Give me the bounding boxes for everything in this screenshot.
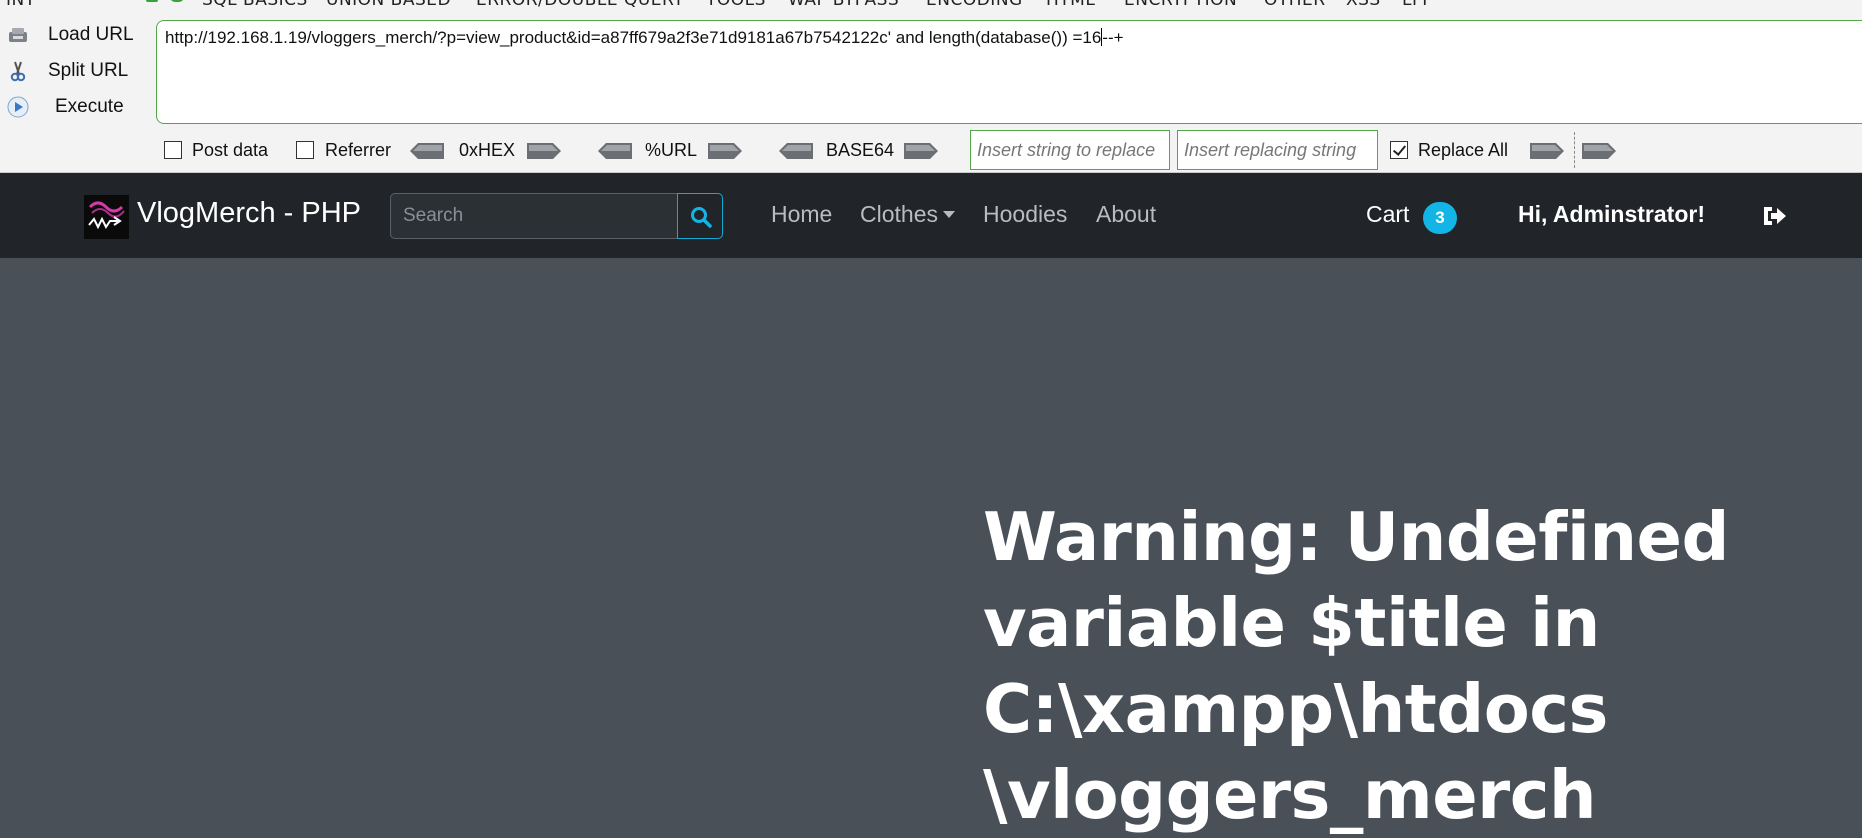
menu-other[interactable]: OTHER▾ xyxy=(1264,0,1331,10)
replace-from-placeholder: Insert string to replace xyxy=(977,140,1156,160)
hex-encode-arrow-icon[interactable] xyxy=(527,143,561,159)
search-form xyxy=(390,193,724,239)
logout-icon[interactable] xyxy=(1762,204,1788,228)
execute-label: Execute xyxy=(55,96,124,117)
main-content: Warning: Undefined variable $title in C:… xyxy=(0,258,1862,837)
user-greeting[interactable]: Hi, Adminstrator! xyxy=(1518,201,1705,228)
menu-xss[interactable]: XSS▾ xyxy=(1346,0,1386,10)
toolbar-divider xyxy=(1574,132,1575,168)
chevron-down-icon: ▾ xyxy=(118,0,124,3)
post-data-checkbox[interactable] xyxy=(164,141,182,159)
replace-all-checkbox[interactable] xyxy=(1390,141,1408,159)
post-data-label: Post data xyxy=(192,140,269,160)
menu-error-double-query[interactable]: ERROR/DOUBLE QUERY▾ xyxy=(476,0,689,10)
menu-encoding[interactable]: ENCODING▾ xyxy=(926,0,1028,10)
menu-tools[interactable]: TOOLS▾ xyxy=(706,0,771,10)
replace-to-input[interactable]: Insert replacing string xyxy=(1177,130,1378,170)
add-icon[interactable] xyxy=(170,0,184,2)
url-text-tail: --+ xyxy=(1102,28,1124,47)
brand-logo[interactable] xyxy=(84,195,129,239)
menu-label: TOOLS xyxy=(706,0,766,10)
nav-about[interactable]: About xyxy=(1096,201,1156,228)
referrer-label: Referrer xyxy=(325,140,392,160)
referrer-checkbox[interactable] xyxy=(296,141,314,159)
nav-home[interactable]: Home xyxy=(771,201,832,228)
nav-hoodies[interactable]: Hoodies xyxy=(983,201,1067,228)
hackbar-menu: INT ▾ SQL BASICS▾ UNION BASED▾ ERROR/DOU… xyxy=(0,0,1862,10)
menu-sql-basics[interactable]: SQL BASICS▾ xyxy=(202,0,313,10)
search-input[interactable] xyxy=(390,193,678,239)
url-textarea[interactable]: http://192.168.1.19/vloggers_merch/?p=vi… xyxy=(156,20,1862,124)
replace-to-placeholder: Insert replacing string xyxy=(1184,140,1357,160)
menu-label: SQL BASICS xyxy=(202,0,308,10)
search-icon xyxy=(691,207,712,228)
base64-encode-arrow-icon[interactable] xyxy=(904,143,938,159)
replace-back-arrow-icon[interactable] xyxy=(1582,143,1616,159)
search-button[interactable] xyxy=(677,193,723,239)
replace-all-label: Replace All xyxy=(1418,140,1509,160)
menu-label: ENCODING xyxy=(926,0,1023,10)
replace-from-input[interactable]: Insert string to replace xyxy=(970,130,1170,170)
menu-label: HTML xyxy=(1046,0,1096,10)
menu-html[interactable]: HTML▾ xyxy=(1046,0,1100,10)
execute-button[interactable]: Execute xyxy=(0,90,150,124)
hex-decode-arrow-icon[interactable] xyxy=(410,143,444,159)
hex-label: 0xHEX xyxy=(459,140,516,160)
site-navbar: VlogMerch - PHP Home Clothes Hoodies Abo… xyxy=(0,173,1862,258)
load-url-icon xyxy=(9,28,27,42)
menu-label: LFI xyxy=(1402,0,1428,10)
brand-name[interactable]: VlogMerch - PHP xyxy=(137,197,361,230)
nav-clothes-label: Clothes xyxy=(860,201,938,227)
url-encode-label: %URL xyxy=(645,140,698,160)
type-select[interactable]: INT ▾ xyxy=(0,0,130,10)
warning-line: variable $title in xyxy=(983,584,1600,662)
menu-union-based[interactable]: UNION BASED▾ xyxy=(326,0,456,10)
toggle-icon[interactable] xyxy=(146,0,158,2)
split-url-button[interactable]: Split URL xyxy=(0,54,150,88)
menu-lfi[interactable]: LFI▾ xyxy=(1402,0,1433,10)
cart-count-badge: 3 xyxy=(1423,202,1457,234)
php-warning-message: Warning: Undefined variable $title in C:… xyxy=(983,494,1803,838)
play-icon xyxy=(7,96,29,118)
hackbar-panel: INT ▾ SQL BASICS▾ UNION BASED▾ ERROR/DOU… xyxy=(0,0,1862,173)
split-url-label: Split URL xyxy=(48,60,129,81)
menu-label: WAF BYPASS xyxy=(788,0,900,10)
url-encode-arrow-icon[interactable] xyxy=(708,143,742,159)
url-decode-arrow-icon[interactable] xyxy=(598,143,632,159)
warning-line: \vloggers_merch xyxy=(983,756,1597,834)
load-url-label: Load URL xyxy=(48,24,134,45)
menu-label: UNION BASED xyxy=(326,0,452,10)
cart-link[interactable]: Cart xyxy=(1366,201,1409,228)
url-text: http://192.168.1.19/vloggers_merch/?p=vi… xyxy=(165,28,1102,47)
menu-label: ENCRYPTION xyxy=(1124,0,1238,10)
base64-label: BASE64 xyxy=(826,140,895,160)
load-url-button[interactable]: Load URL xyxy=(0,18,150,52)
chevron-down-icon xyxy=(942,211,955,218)
type-select-value: INT xyxy=(6,0,36,10)
menu-label: XSS xyxy=(1346,0,1381,10)
warning-line: Warning: Undefined xyxy=(983,498,1729,576)
menu-label: ERROR/DOUBLE QUERY xyxy=(476,0,685,10)
nav-clothes[interactable]: Clothes xyxy=(860,201,955,228)
menu-label: OTHER xyxy=(1264,0,1326,10)
scissors-icon xyxy=(10,61,26,82)
menu-encryption[interactable]: ENCRYPTION▾ xyxy=(1124,0,1242,10)
replace-arrow-icon[interactable] xyxy=(1530,143,1564,159)
warning-line: C:\xampp\htdocs xyxy=(983,670,1608,748)
hackbar-options: Post data Referrer 0xHEX %URL BASE64 Ins… xyxy=(0,130,1862,170)
base64-decode-arrow-icon[interactable] xyxy=(779,143,813,159)
menu-waf-bypass[interactable]: WAF BYPASS▾ xyxy=(788,0,904,10)
